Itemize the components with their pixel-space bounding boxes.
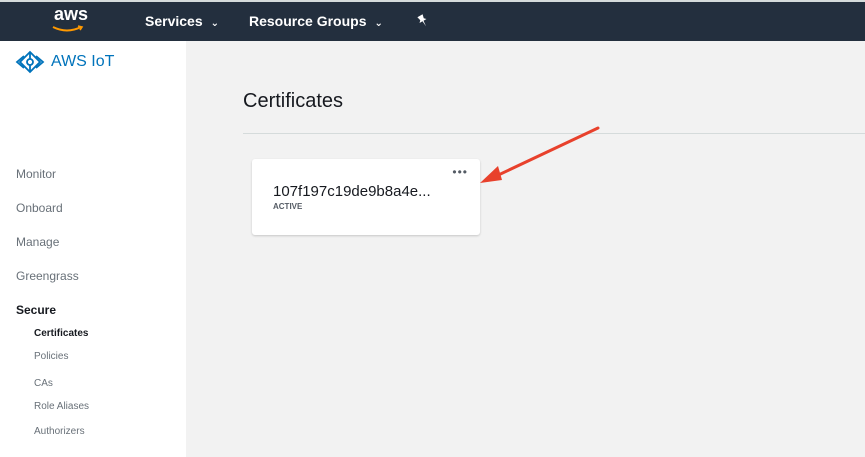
brand-title: AWS IoT bbox=[51, 53, 115, 70]
chevron-down-icon: ⌄ bbox=[210, 18, 219, 29]
sidebar-item-secure[interactable]: Secure bbox=[16, 303, 56, 317]
aws-iot-icon bbox=[15, 50, 45, 74]
resource-groups-label: Resource Groups bbox=[249, 13, 367, 29]
sidebar bbox=[0, 41, 186, 457]
sidebar-item-onboard[interactable]: Onboard bbox=[16, 201, 63, 215]
aws-logo-text: aws bbox=[54, 4, 89, 24]
services-menu[interactable]: Services ⌄ bbox=[145, 13, 219, 29]
annotation-arrow-icon bbox=[480, 126, 600, 183]
certificate-card[interactable]: ••• 107f197c19de9b8a4e... ACTIVE bbox=[252, 159, 480, 235]
chevron-down-icon: ⌄ bbox=[374, 18, 383, 29]
sidebar-subitem-certificates[interactable]: Certificates bbox=[34, 328, 88, 339]
sidebar-item-manage[interactable]: Manage bbox=[16, 235, 59, 249]
certificate-id[interactable]: 107f197c19de9b8a4e... bbox=[273, 183, 431, 200]
aws-smile-icon bbox=[52, 25, 84, 32]
sidebar-item-monitor[interactable]: Monitor bbox=[16, 167, 56, 181]
sidebar-subitem-policies[interactable]: Policies bbox=[34, 351, 68, 362]
certificate-status: ACTIVE bbox=[273, 202, 303, 211]
sidebar-subitem-cas[interactable]: CAs bbox=[34, 378, 53, 389]
pushpin-icon[interactable] bbox=[415, 13, 431, 29]
page-title: Certificates bbox=[243, 90, 344, 112]
sidebar-subitem-authorizers[interactable]: Authorizers bbox=[34, 426, 85, 437]
sidebar-subitem-role-aliases[interactable]: Role Aliases bbox=[34, 401, 89, 412]
services-label: Services bbox=[145, 13, 203, 29]
more-options-icon[interactable]: ••• bbox=[452, 165, 468, 179]
top-navigation-bar: aws Services ⌄ Resource Groups ⌄ bbox=[0, 0, 865, 41]
sidebar-item-greengrass[interactable]: Greengrass bbox=[16, 269, 79, 283]
aws-logo[interactable]: aws bbox=[50, 4, 94, 38]
resource-groups-menu[interactable]: Resource Groups ⌄ bbox=[249, 13, 383, 29]
